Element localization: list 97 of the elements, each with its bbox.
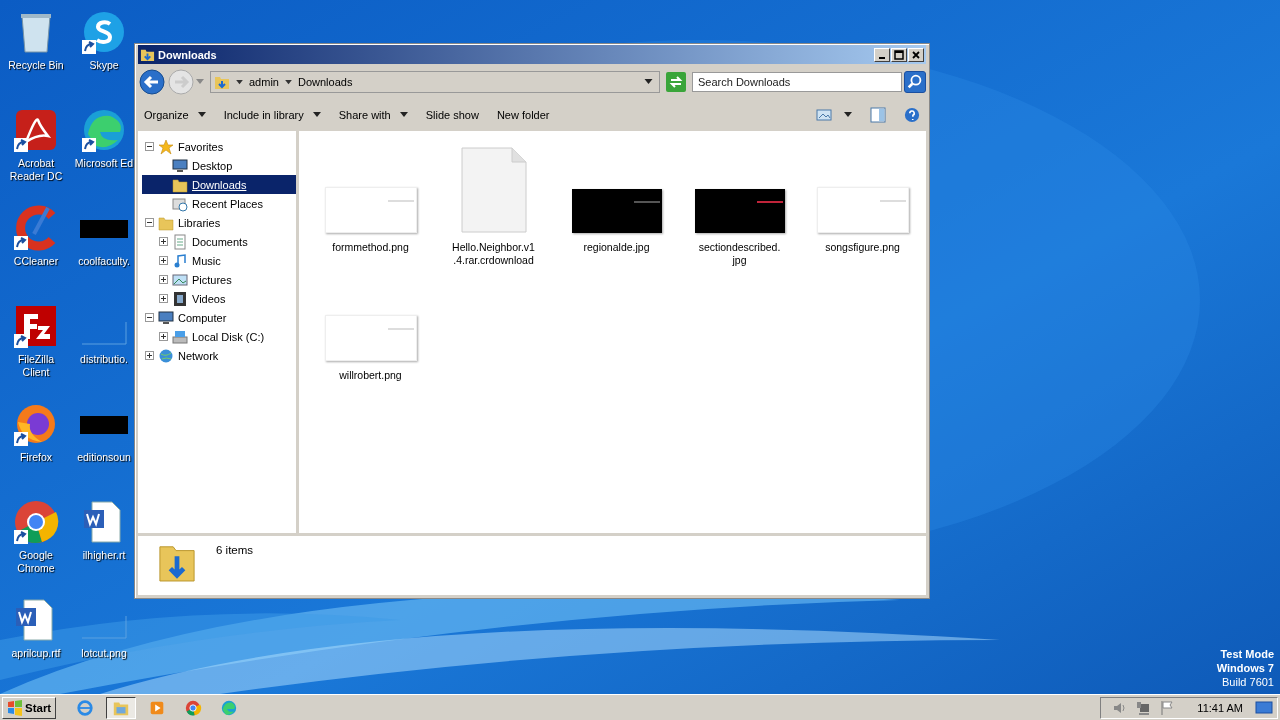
minimize-icon <box>879 56 885 59</box>
desktop-icon-label: CCleaner <box>13 255 59 268</box>
desktop-icon-label: Firefox <box>19 451 53 464</box>
caret-icon[interactable] <box>236 79 243 85</box>
dropdown-caret-icon[interactable] <box>644 79 653 85</box>
app-icon[interactable] <box>12 498 60 546</box>
drive-icon <box>172 328 188 345</box>
caret-icon <box>312 112 321 118</box>
nav-item[interactable]: Music <box>192 254 221 267</box>
nav-item[interactable]: Libraries <box>178 216 221 229</box>
file-name[interactable]: formmethod.png <box>332 241 409 254</box>
caret-icon <box>197 112 206 118</box>
close-button[interactable] <box>908 47 924 62</box>
image-thumbnail[interactable] <box>571 189 662 233</box>
close-icon <box>911 49 921 60</box>
toolbar-button[interactable]: Organize <box>144 107 206 123</box>
monitor-icon <box>172 157 188 174</box>
caret-icon <box>399 112 408 118</box>
star-icon <box>158 138 174 155</box>
expand-icon[interactable] <box>159 332 168 341</box>
start-button[interactable]: Start <box>2 696 57 719</box>
desktop-icon-label: Skype <box>89 59 119 72</box>
image-thumbnail[interactable] <box>694 189 785 233</box>
file-name[interactable]: willrobert.png <box>339 369 402 382</box>
clock[interactable]: 11:41 AM <box>1197 701 1243 714</box>
collapse-icon[interactable] <box>145 142 154 151</box>
desktop-icon-label: Microsoft Ed <box>74 157 134 170</box>
desktop-icon-label: FileZilla Client <box>16 353 56 379</box>
desktop-icon-label: distributio. <box>80 353 128 366</box>
app-icon <box>76 698 95 717</box>
os-build-text: Build 7601 <box>1222 675 1274 689</box>
nav-item[interactable]: Desktop <box>192 159 233 172</box>
caret-icon[interactable] <box>844 112 852 118</box>
nav-item[interactable]: Computer <box>178 311 227 324</box>
image-thumbnail[interactable] <box>816 187 909 233</box>
nav-item[interactable]: Pictures <box>192 273 232 286</box>
collapse-icon[interactable] <box>145 218 154 227</box>
view-icon[interactable] <box>816 107 832 123</box>
desktop-icon-label: Recycle Bin <box>8 59 64 72</box>
os-build-text: Windows 7 <box>1216 661 1274 675</box>
globe-icon <box>158 347 174 364</box>
image-thumbnail[interactable] <box>324 187 417 233</box>
desktop-icon-label: Acrobat Reader DC <box>8 157 64 183</box>
monitor-icon <box>158 309 174 326</box>
music-note-icon <box>172 252 188 269</box>
app-icon <box>184 698 203 717</box>
address-bar[interactable]: admin Downloads <box>210 71 660 93</box>
nav-item[interactable]: Network <box>178 349 219 362</box>
image-thumbnail[interactable] <box>324 315 417 361</box>
item-count: 6 items <box>216 544 254 556</box>
desktop-icon-label: ilhigher.rt <box>82 549 126 562</box>
desktop-icon-label: Google Chrome <box>16 549 56 575</box>
desktop-icon-label: aprilcup.rtf <box>11 647 61 660</box>
show-desktop-icon[interactable] <box>1255 699 1273 716</box>
breadcrumb[interactable]: Downloads <box>297 76 353 88</box>
toolbar-button[interactable]: Slide show <box>425 107 479 123</box>
expand-icon[interactable] <box>159 237 168 246</box>
desktop-icon-label: coolfaculty. <box>78 255 130 268</box>
search-field[interactable]: Search Downloads <box>692 72 902 92</box>
file-name[interactable]: regionalde.jpg <box>583 241 650 254</box>
os-build-text: Test Mode <box>1220 647 1274 661</box>
desktop-icon-label: lotcut.png <box>81 647 127 660</box>
breadcrumb[interactable]: admin <box>249 76 279 88</box>
nav-item[interactable]: Documents <box>192 235 248 248</box>
expand-icon[interactable] <box>159 275 168 284</box>
windows-logo-icon <box>7 699 23 716</box>
expand-icon[interactable] <box>159 294 168 303</box>
file-name[interactable]: Hello.Neighbor.v1.4.rar.crdownload <box>452 241 535 267</box>
nav-item[interactable]: Videos <box>192 292 226 305</box>
nav-item[interactable]: Favorites <box>178 140 224 153</box>
nav-item[interactable]: Local Disk (C:) <box>192 330 265 343</box>
file-name[interactable]: sectiondescribed.jpg <box>698 241 781 267</box>
nav-item[interactable]: Downloads <box>192 178 247 191</box>
app-icon <box>220 698 239 717</box>
refresh-icon[interactable] <box>666 72 686 92</box>
window-title: Downloads <box>158 48 218 61</box>
back-button[interactable] <box>138 68 165 96</box>
search-button[interactable] <box>904 71 926 93</box>
desktop-icon-label: editionsoun <box>77 451 131 464</box>
flag-icon[interactable] <box>1159 699 1176 716</box>
taskbar-app-button[interactable] <box>106 696 137 719</box>
file-name[interactable]: songsfigure.png <box>825 241 900 254</box>
help-icon[interactable] <box>904 107 920 123</box>
network-icon[interactable] <box>1135 699 1152 716</box>
collapse-icon[interactable] <box>145 313 154 322</box>
toolbar-button[interactable]: Include in library <box>223 107 321 123</box>
search-icon <box>906 73 924 91</box>
expand-icon[interactable] <box>159 256 168 265</box>
expand-icon[interactable] <box>145 351 154 360</box>
toolbar-button[interactable]: Share with <box>338 107 408 123</box>
minimize-button[interactable] <box>874 47 890 62</box>
nav-item[interactable]: Recent Places <box>192 197 263 210</box>
maximize-button[interactable] <box>891 47 907 62</box>
caret-icon[interactable] <box>284 79 292 85</box>
toolbar-button[interactable]: New folder <box>496 107 550 123</box>
preview-pane-icon[interactable] <box>870 107 886 123</box>
maximize-icon <box>894 49 904 60</box>
